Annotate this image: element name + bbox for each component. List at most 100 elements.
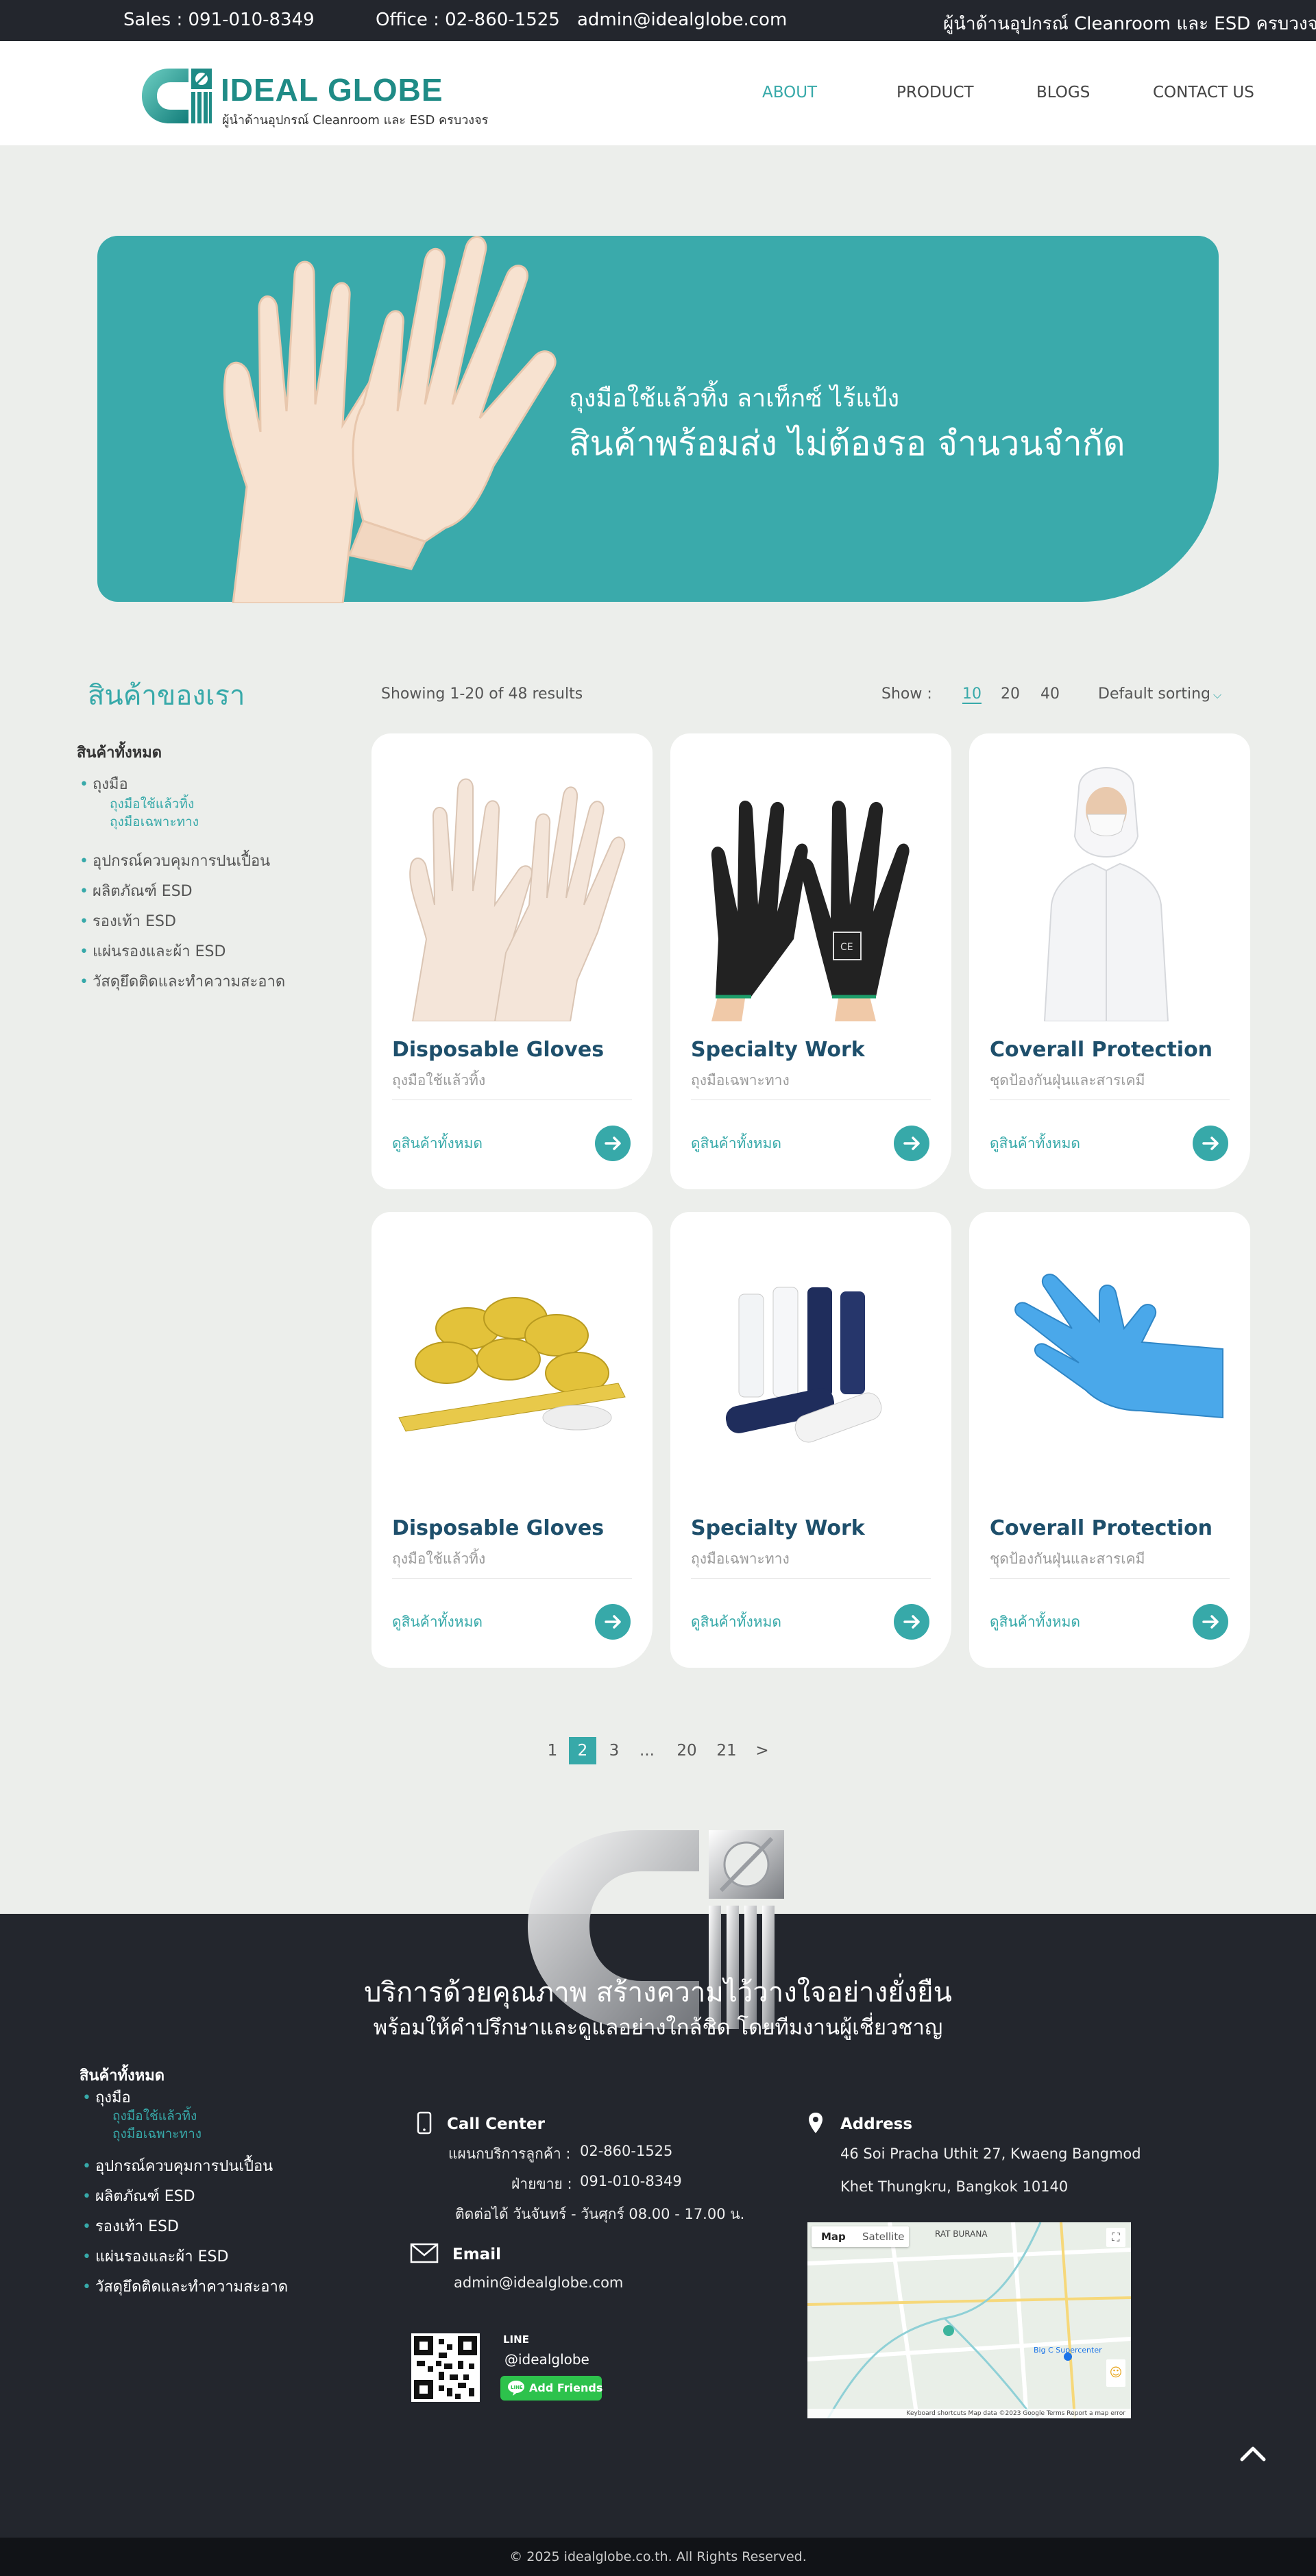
add-friends-button[interactable]: LINE Add Friends: [500, 2376, 602, 2401]
view-all-link[interactable]: ดูสินค้าทั้งหมด: [691, 1611, 781, 1633]
map-tiles[interactable]: [807, 2222, 1131, 2418]
product-title[interactable]: Coverall Protection: [990, 1516, 1213, 1540]
chevron-down-icon: ⌵: [1213, 688, 1222, 701]
footer-subitem-specialty-gloves[interactable]: ถุงมือเฉพาะทาง: [112, 2124, 202, 2144]
divider: [392, 1099, 632, 1100]
sales-phone[interactable]: Sales : 091-010-8349: [123, 10, 315, 30]
clear-gloves-image: [409, 778, 626, 1021]
scroll-to-top-chevron-up-icon[interactable]: [1238, 2440, 1268, 2465]
nav-about[interactable]: ABOUT: [762, 84, 817, 101]
page-link-3[interactable]: 3: [600, 1737, 628, 1764]
page-link-21[interactable]: 21: [713, 1737, 740, 1764]
sidebar-item-esd-products[interactable]: • ผลิตภัณฑ์ ESD: [80, 879, 193, 903]
view-all-link[interactable]: ดูสินค้าทั้งหมด: [990, 1132, 1080, 1155]
footer-item-contamination-control[interactable]: • อุปกรณ์ควบคุมการปนเปื้อน: [82, 2154, 273, 2178]
white-coverall-image: [1043, 767, 1169, 1021]
office-hours: ติดต่อได้ วันจันทร์ - วันศุกร์ 08.00 - 1…: [455, 2206, 745, 2222]
view-all-link[interactable]: ดูสินค้าทั้งหมด: [691, 1132, 781, 1155]
page-link-20[interactable]: 20: [673, 1737, 700, 1764]
arrow-right-icon[interactable]: [1193, 1126, 1228, 1161]
site-header: IDEAL GLOBE ผู้นำด้านอุปกรณ์ Cleanroom แ…: [0, 41, 1316, 145]
nav-product[interactable]: PRODUCT: [897, 84, 974, 101]
view-all-link[interactable]: ดูสินค้าทั้งหมด: [392, 1611, 483, 1633]
product-card[interactable]: Coverall Protection ชุดป้องกันฝุ่นและสาร…: [969, 1212, 1250, 1668]
sales-phone-footer[interactable]: 091-010-8349: [580, 2173, 682, 2189]
product-subtitle: ถุงมือใช้แล้วทิ้ง: [392, 1072, 486, 1089]
envelope-icon: [410, 2243, 439, 2263]
blue-nitrile-glove-image: [1014, 1274, 1223, 1419]
sidebar-all-products[interactable]: สินค้าทั้งหมด: [77, 740, 162, 764]
product-title[interactable]: Disposable Gloves: [392, 1038, 604, 1062]
map-attribution: Keyboard shortcuts Map data ©2023 Google…: [807, 2409, 1131, 2418]
product-card[interactable]: Disposable Gloves ถุงมือใช้แล้วทิ้ง ดูสิ…: [371, 1212, 653, 1668]
page-link-1[interactable]: 1: [539, 1737, 566, 1764]
footer-item-esd-mats[interactable]: • แผ่นรองและผ้า ESD: [82, 2244, 228, 2268]
show-option-40[interactable]: 40: [1040, 685, 1060, 703]
svg-text:CE: CE: [840, 942, 853, 953]
product-title[interactable]: Specialty Work: [691, 1516, 865, 1540]
sidebar-item-esd-shoes[interactable]: • รองเท้า ESD: [80, 909, 176, 933]
product-card[interactable]: Coverall Protection ชุดป้องกันฝุ่นและสาร…: [969, 733, 1250, 1189]
address-title: Address: [840, 2115, 913, 2133]
sidebar-title: สินค้าของเรา: [88, 680, 245, 712]
footer-item-esd-shoes[interactable]: • รองเท้า ESD: [82, 2214, 179, 2238]
satellite-tab[interactable]: Satellite: [862, 2226, 904, 2247]
pegman-icon[interactable]: ☺: [1106, 2359, 1125, 2387]
product-title[interactable]: Disposable Gloves: [392, 1516, 604, 1540]
sidebar-item-gloves[interactable]: • ถุงมือ: [80, 772, 128, 796]
product-card[interactable]: CE Specialty Work ถุงมือเฉพาะทาง ดูสินค้…: [670, 733, 951, 1189]
results-count: Showing 1-20 of 48 results: [381, 685, 583, 703]
map-tab[interactable]: Map: [821, 2226, 846, 2247]
map-type-control: Map Satellite: [812, 2226, 909, 2247]
email-link[interactable]: admin@idealglobe.com: [577, 10, 787, 30]
logo-mark-icon[interactable]: [141, 67, 213, 125]
product-title[interactable]: Coverall Protection: [990, 1038, 1213, 1062]
arrow-right-icon[interactable]: [1193, 1604, 1228, 1640]
arrow-right-icon[interactable]: [595, 1126, 631, 1161]
product-subtitle: ถุงมือเฉพาะทาง: [691, 1072, 790, 1089]
google-map-embed[interactable]: Map Satellite RAT BURANA Big C Supercent…: [807, 2222, 1131, 2418]
call-center-title: Call Center: [447, 2115, 545, 2133]
sidebar-item-contamination-control[interactable]: • อุปกรณ์ควบคุมการปนเปื้อน: [80, 849, 270, 873]
svg-text:LINE: LINE: [511, 2385, 523, 2390]
black-work-gloves-image: CE: [711, 801, 910, 1021]
show-option-10[interactable]: 10: [962, 685, 982, 704]
sort-dropdown[interactable]: Default sorting ⌵: [1098, 685, 1221, 703]
line-qr-code[interactable]: [411, 2333, 480, 2402]
logo-name[interactable]: IDEAL GLOBE: [221, 71, 443, 108]
product-card[interactable]: Specialty Work ถุงมือเฉพาะทาง ดูสินค้าทั…: [670, 1212, 951, 1668]
page-next[interactable]: >: [748, 1737, 776, 1764]
footer-item-esd-products[interactable]: • ผลิตภัณฑ์ ESD: [82, 2184, 195, 2208]
customer-service-label: แผนกบริการลูกค้า :: [448, 2146, 571, 2162]
product-title[interactable]: Specialty Work: [691, 1038, 865, 1062]
arrow-right-icon[interactable]: [894, 1126, 929, 1161]
office-phone[interactable]: Office : 02-860-1525: [376, 10, 560, 30]
customer-service-phone[interactable]: 02-860-1525: [580, 2143, 672, 2159]
nav-contact-us[interactable]: CONTACT US: [1153, 84, 1254, 101]
page-ellipsis: ...: [639, 1742, 655, 1760]
product-subtitle: ถุงมือใช้แล้วทิ้ง: [392, 1551, 486, 1567]
footer-item-adhesives-cleaning[interactable]: • วัสดุยึดติดและทำความสะอาด: [82, 2274, 288, 2298]
line-id[interactable]: @idealglobe: [504, 2351, 589, 2368]
phone-icon: [417, 2111, 432, 2135]
view-all-link[interactable]: ดูสินค้าทั้งหมด: [392, 1132, 483, 1155]
sidebar-item-adhesives-cleaning[interactable]: • วัสดุยึดติดและทำความสะอาด: [80, 969, 285, 993]
footer-all-products[interactable]: สินค้าทั้งหมด: [80, 2063, 164, 2087]
sidebar-item-esd-mats[interactable]: • แผ่นรองและผ้า ESD: [80, 939, 226, 963]
page-link-2-current[interactable]: 2: [569, 1737, 596, 1764]
footer-email-link[interactable]: admin@idealglobe.com: [454, 2274, 623, 2291]
line-logo-icon: LINE: [508, 2381, 524, 2396]
arrow-right-icon[interactable]: [595, 1604, 631, 1640]
nav-blogs[interactable]: BLOGS: [1036, 84, 1090, 101]
arrow-right-icon[interactable]: [894, 1604, 929, 1640]
show-option-20[interactable]: 20: [1001, 685, 1020, 703]
view-all-link[interactable]: ดูสินค้าทั้งหมด: [990, 1611, 1080, 1633]
copyright-bar: © 2025 idealglobe.co.th. All Rights Rese…: [0, 2538, 1316, 2576]
product-card[interactable]: Disposable Gloves ถุงมือใช้แล้วทิ้ง ดูสิ…: [371, 733, 653, 1189]
fullscreen-icon[interactable]: ⛶: [1106, 2228, 1125, 2247]
show-label: Show :: [881, 685, 932, 703]
sidebar-subitem-specialty-gloves[interactable]: ถุงมือเฉพาะทาง: [110, 812, 199, 832]
product-subtitle: ถุงมือเฉพาะทาง: [691, 1551, 790, 1567]
map-poi-label: Big C Supercenter: [1034, 2346, 1102, 2355]
latex-gloves-image: [223, 236, 557, 603]
